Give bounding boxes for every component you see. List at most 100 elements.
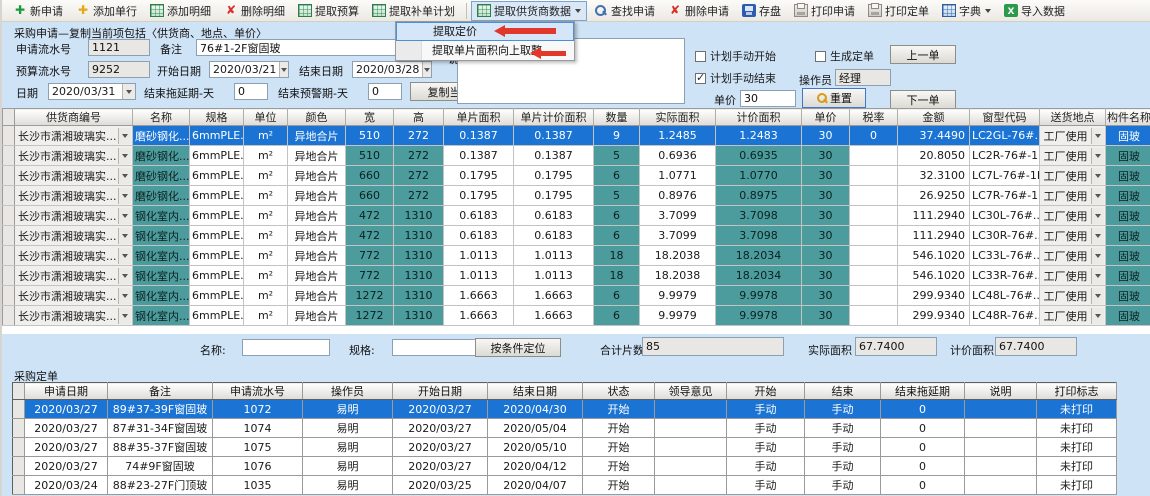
cell-color[interactable]: 异地合片 [288,226,346,246]
orders-table-row[interactable]: 2020/03/2774#9F窗固玻1076易明2020/03/272020/0… [13,457,1117,476]
cell-actual_area[interactable]: 18.2038 [640,266,716,286]
budget-no-field[interactable] [88,61,150,78]
cell-print_flag[interactable]: 未打印 [1037,419,1117,438]
chevron-down-icon[interactable] [422,62,431,77]
cell-window_code[interactable]: LC2GL-76#... [970,126,1040,146]
cell-part[interactable]: 固玻 [1106,306,1150,326]
cell-start[interactable]: 手动 [727,476,805,495]
cell-unit_price[interactable]: 30 [802,286,850,306]
cell-apply_date[interactable]: 2020/03/27 [25,419,108,438]
cell-calc_area[interactable]: 1.0770 [716,166,802,186]
cell-piece_calc_area[interactable]: 1.6663 [514,286,594,306]
cell-color[interactable]: 异地合片 [288,286,346,306]
checkbox-icon[interactable] [695,51,706,62]
cell-calc_area[interactable]: 18.2034 [716,266,802,286]
cell-height[interactable]: 1310 [394,246,444,266]
cell-qty[interactable]: 5 [594,146,640,166]
chevron-down-icon[interactable] [279,62,288,77]
column-header-amount[interactable]: 金额 [898,109,970,126]
cell-unit[interactable]: m² [244,126,288,146]
cell-window_code[interactable]: LC7L-76#-1FO [970,166,1040,186]
cell-color[interactable]: 异地合片 [288,166,346,186]
toolbar-button-print-order[interactable]: 打印定单 [862,1,935,21]
cell-amount[interactable]: 546.1020 [898,266,970,286]
cell-unit_price[interactable]: 30 [802,266,850,286]
cell-piece_area[interactable]: 1.6663 [444,306,514,326]
cell-part[interactable]: 固玻 [1106,266,1150,286]
cell-apply_date[interactable]: 2020/03/27 [25,438,108,457]
column-header-height[interactable]: 高 [394,109,444,126]
cell-end_date[interactable]: 2020/04/07 [488,476,583,495]
main-table-row[interactable]: 长沙市潇湘玻璃实...钢化室内...6mmPLE...m²异地合片1272131… [3,286,1150,306]
cell-tax[interactable] [850,306,898,326]
cell-qty[interactable]: 18 [594,246,640,266]
cell-start[interactable]: 手动 [727,400,805,419]
cell-spec[interactable]: 6mmPLE... [190,286,244,306]
cell-calc_area[interactable]: 0.6935 [716,146,802,166]
cell-end_delay[interactable]: 0 [881,476,965,495]
cell-width[interactable]: 772 [346,246,394,266]
cell-tax[interactable] [850,186,898,206]
chevron-down-icon[interactable] [1091,248,1104,264]
cell-unit[interactable]: m² [244,226,288,246]
column-header-unit_price[interactable]: 单价 [802,109,850,126]
column-header-width[interactable]: 宽 [346,109,394,126]
cell-amount[interactable]: 20.8050 [898,146,970,166]
cell-leader_opinion[interactable] [655,438,727,457]
cell-name[interactable]: 钢化室内... [133,286,190,306]
cell-name[interactable]: 磨砂钢化... [133,146,190,166]
cell-unit_price[interactable]: 30 [802,146,850,166]
cell-status[interactable]: 开始 [583,438,655,457]
cell-tax[interactable] [850,206,898,226]
delay-days-field[interactable] [234,83,268,100]
cell-end_date[interactable]: 2020/05/10 [488,438,583,457]
calc-area-field[interactable] [995,337,1077,356]
cell-end_delay[interactable]: 0 [881,400,965,419]
cell-end_delay[interactable]: 0 [881,457,965,476]
cell-status[interactable]: 开始 [583,476,655,495]
cell-operator[interactable]: 易明 [303,419,393,438]
chevron-down-icon[interactable] [1091,128,1104,144]
column-header-start_date[interactable]: 开始日期 [393,383,488,400]
cell-spec[interactable]: 6mmPLE... [190,206,244,226]
cell-leader_opinion[interactable] [655,419,727,438]
cell-calc_area[interactable]: 0.8975 [716,186,802,206]
cell-tax[interactable] [850,226,898,246]
cell-spec[interactable]: 6mmPLE... [190,186,244,206]
date-picker[interactable]: 2020/03/31 [48,83,136,100]
chevron-down-icon[interactable] [1091,228,1104,244]
cell-height[interactable]: 1310 [394,206,444,226]
cell-actual_area[interactable]: 3.7099 [640,206,716,226]
checkbox-checked-icon[interactable] [695,73,706,84]
cell-amount[interactable]: 299.9340 [898,306,970,326]
cell-apply_no[interactable]: 1074 [213,419,303,438]
cell-color[interactable]: 异地合片 [288,246,346,266]
manual-end-checkbox[interactable]: 计划手动结束 [695,70,776,86]
cell-tax[interactable] [850,246,898,266]
chevron-down-icon[interactable] [118,308,131,324]
cell-window_code[interactable]: LC48L-76#... [970,286,1040,306]
cell-actual_area[interactable]: 1.2485 [640,126,716,146]
cell-spec[interactable]: 6mmPLE... [190,166,244,186]
cell-window_code[interactable]: LC33R-76#... [970,266,1040,286]
cell-print_flag[interactable]: 未打印 [1037,438,1117,457]
gen-order-checkbox[interactable]: 生成定单 [815,48,874,64]
chevron-down-icon[interactable] [122,84,135,99]
main-table-row[interactable]: 长沙市潇湘玻璃实...磨砂钢化...6mmPLE...m²异地合片5102720… [3,146,1150,166]
cell-piece_area[interactable]: 1.0113 [444,266,514,286]
cell-delivery[interactable]: 工厂使用 [1040,286,1106,306]
cell-print_flag[interactable]: 未打印 [1037,400,1117,419]
end-date-picker[interactable]: 2020/03/28 [352,61,432,78]
cell-name[interactable]: 钢化室内... [133,206,190,226]
cell-spec[interactable]: 6mmPLE... [190,226,244,246]
chevron-down-icon[interactable] [118,288,131,304]
cell-height[interactable]: 272 [394,186,444,206]
cell-color[interactable]: 异地合片 [288,306,346,326]
chevron-down-icon[interactable] [1091,288,1104,304]
cell-delivery[interactable]: 工厂使用 [1040,206,1106,226]
cell-unit_price[interactable]: 30 [802,306,850,326]
cell-print_flag[interactable]: 未打印 [1037,476,1117,495]
cell-height[interactable]: 272 [394,146,444,166]
chevron-down-icon[interactable] [1091,208,1104,224]
cell-width[interactable]: 510 [346,126,394,146]
